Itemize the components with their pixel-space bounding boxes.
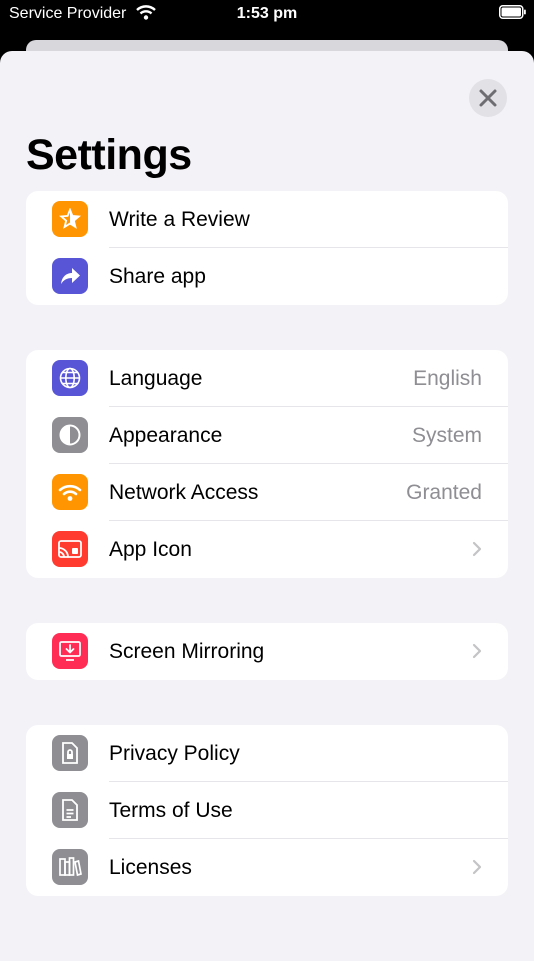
language-row[interactable]: Language English bbox=[26, 350, 508, 407]
close-icon bbox=[479, 89, 497, 107]
status-time: 1:53 pm bbox=[236, 5, 298, 22]
app-icon bbox=[52, 531, 88, 567]
settings-group-mirroring: Screen Mirroring bbox=[26, 623, 508, 680]
row-label: Write a Review bbox=[109, 208, 250, 231]
settings-group-general: Language English Appearance System Netwo… bbox=[26, 350, 508, 578]
row-label: Appearance bbox=[109, 424, 223, 447]
battery-icon bbox=[499, 5, 526, 19]
row-label: Terms of Use bbox=[109, 799, 233, 822]
books-icon bbox=[52, 849, 88, 885]
chevron-right-icon bbox=[472, 859, 482, 880]
appearance-row[interactable]: Appearance System bbox=[26, 407, 508, 464]
page-title: Settings bbox=[26, 131, 192, 179]
screen-mirroring-row[interactable]: Screen Mirroring bbox=[26, 623, 508, 680]
status-bar: Service Provider 1:53 pm bbox=[0, 0, 534, 28]
settings-group-feedback: Write a Review Share app bbox=[26, 191, 508, 305]
row-label: Network Access bbox=[109, 481, 259, 504]
network-access-value: Granted bbox=[406, 481, 482, 504]
share-arrow-icon bbox=[52, 258, 88, 294]
app-icon-row[interactable]: App Icon bbox=[26, 521, 508, 578]
close-button[interactable] bbox=[469, 79, 507, 117]
row-label: Language bbox=[109, 367, 203, 390]
network-access-row[interactable]: Network Access Granted bbox=[26, 464, 508, 521]
lock-document-icon bbox=[52, 735, 88, 771]
write-review-row[interactable]: Write a Review bbox=[26, 191, 508, 248]
row-label: Privacy Policy bbox=[109, 742, 240, 765]
row-label: Share app bbox=[109, 265, 206, 288]
row-label: Screen Mirroring bbox=[109, 640, 265, 663]
appearance-value: System bbox=[411, 424, 482, 447]
settings-group-legal: Privacy Policy Terms of Use Licenses bbox=[26, 725, 508, 896]
row-label: App Icon bbox=[109, 538, 192, 561]
screen-mirroring-icon bbox=[52, 633, 88, 669]
chevron-right-icon bbox=[472, 541, 482, 562]
half-circle-icon bbox=[52, 417, 88, 453]
privacy-policy-row[interactable]: Privacy Policy bbox=[26, 725, 508, 782]
chevron-right-icon bbox=[472, 643, 482, 664]
language-value: English bbox=[413, 367, 482, 390]
share-app-row[interactable]: Share app bbox=[26, 248, 508, 305]
licenses-row[interactable]: Licenses bbox=[26, 839, 508, 896]
row-label: Licenses bbox=[109, 856, 192, 879]
wifi-icon bbox=[52, 474, 88, 510]
terms-of-use-row[interactable]: Terms of Use bbox=[26, 782, 508, 839]
star-icon bbox=[52, 201, 88, 237]
globe-icon bbox=[52, 360, 88, 396]
document-icon bbox=[52, 792, 88, 828]
